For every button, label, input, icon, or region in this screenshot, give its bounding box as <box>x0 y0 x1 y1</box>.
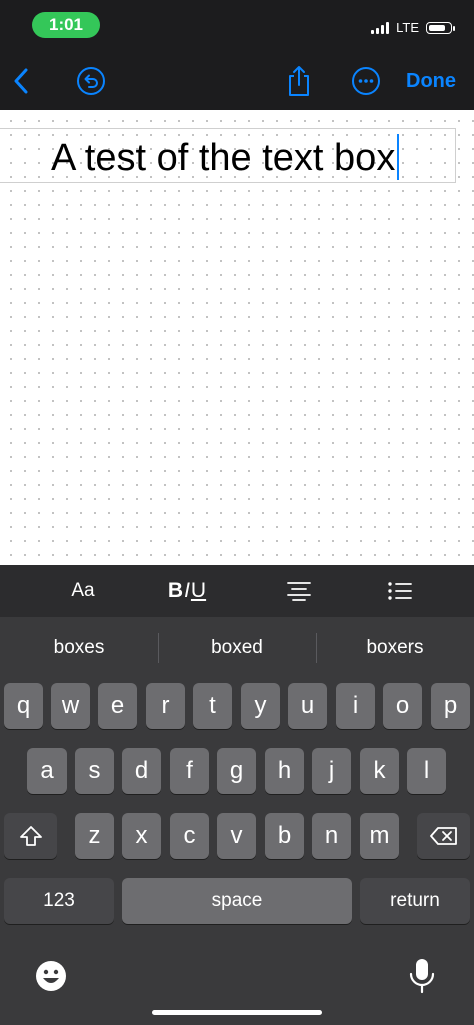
numbers-key[interactable]: 123 <box>4 878 114 924</box>
key-c[interactable]: c <box>170 813 209 859</box>
status-time[interactable]: 1:01 <box>32 12 100 38</box>
text-cursor <box>397 134 399 180</box>
key-u[interactable]: u <box>288 683 327 729</box>
undo-button[interactable] <box>74 64 108 98</box>
suggestion-item[interactable]: boxers <box>316 617 474 679</box>
emoji-button[interactable] <box>34 959 68 993</box>
key-f[interactable]: f <box>170 748 209 794</box>
chevron-left-icon <box>14 68 28 94</box>
space-bar[interactable]: space <box>122 878 352 924</box>
status-indicators: LTE <box>371 20 455 35</box>
key-d[interactable]: d <box>122 748 161 794</box>
key-j[interactable]: j <box>312 748 351 794</box>
key-l[interactable]: l <box>407 748 446 794</box>
list-button[interactable] <box>383 565 417 617</box>
key-n[interactable]: n <box>312 813 351 859</box>
key-i[interactable]: i <box>336 683 375 729</box>
key-s[interactable]: s <box>75 748 114 794</box>
drawing-canvas[interactable]: A test of the text box <box>0 110 474 565</box>
bold-label: B <box>167 579 184 602</box>
bold-italic-underline-button[interactable]: BIU <box>158 565 216 617</box>
text-box-content[interactable]: A test of the text box <box>51 137 395 180</box>
key-q[interactable]: q <box>4 683 43 729</box>
done-button[interactable]: Done <box>406 64 456 98</box>
key-g[interactable]: g <box>217 748 256 794</box>
bulleted-list-icon <box>388 582 412 600</box>
key-r[interactable]: r <box>146 683 185 729</box>
cellular-signal-icon <box>371 21 390 34</box>
ellipsis-circle-icon <box>352 67 380 95</box>
key-p[interactable]: p <box>431 683 470 729</box>
back-button[interactable] <box>6 64 36 98</box>
key-y[interactable]: y <box>241 683 280 729</box>
share-icon <box>289 66 309 96</box>
alignment-button[interactable] <box>282 565 316 617</box>
italic-label: I <box>184 579 190 602</box>
suggestion-item[interactable]: boxed <box>158 617 316 679</box>
share-button[interactable] <box>282 64 316 98</box>
align-center-icon <box>287 582 311 601</box>
home-indicator[interactable] <box>152 1010 322 1015</box>
font-style-button[interactable]: Aa <box>55 565 111 617</box>
more-options-button[interactable] <box>349 64 383 98</box>
key-m[interactable]: m <box>360 813 399 859</box>
format-bar: Aa BIU <box>0 565 474 617</box>
key-e[interactable]: e <box>98 683 137 729</box>
battery-icon <box>426 21 455 34</box>
key-w[interactable]: w <box>51 683 90 729</box>
underline-label: U <box>190 579 207 602</box>
emoji-face-icon <box>36 961 66 991</box>
suggestion-item[interactable]: boxes <box>0 617 158 679</box>
backspace-icon <box>429 827 457 845</box>
text-box[interactable]: A test of the text box <box>0 128 456 183</box>
undo-icon <box>77 67 105 95</box>
key-x[interactable]: x <box>122 813 161 859</box>
key-b[interactable]: b <box>265 813 304 859</box>
key-o[interactable]: o <box>383 683 422 729</box>
delete-key[interactable] <box>417 813 470 859</box>
status-bar: 1:01 LTE <box>0 0 474 52</box>
network-type: LTE <box>396 20 419 35</box>
predictive-text-bar: boxes boxed boxers <box>0 617 474 679</box>
keyboard: q w e r t y u i o p a s d f g h j k l z … <box>0 679 474 1025</box>
shift-arrow-icon <box>19 826 42 846</box>
return-key[interactable]: return <box>360 878 470 924</box>
dictation-button[interactable] <box>408 957 436 995</box>
key-v[interactable]: v <box>217 813 256 859</box>
key-z[interactable]: z <box>75 813 114 859</box>
key-t[interactable]: t <box>193 683 232 729</box>
key-k[interactable]: k <box>360 748 399 794</box>
shift-key[interactable] <box>4 813 57 859</box>
microphone-icon <box>409 959 435 994</box>
key-h[interactable]: h <box>265 748 304 794</box>
toolbar: Done <box>0 52 474 110</box>
key-a[interactable]: a <box>27 748 67 794</box>
